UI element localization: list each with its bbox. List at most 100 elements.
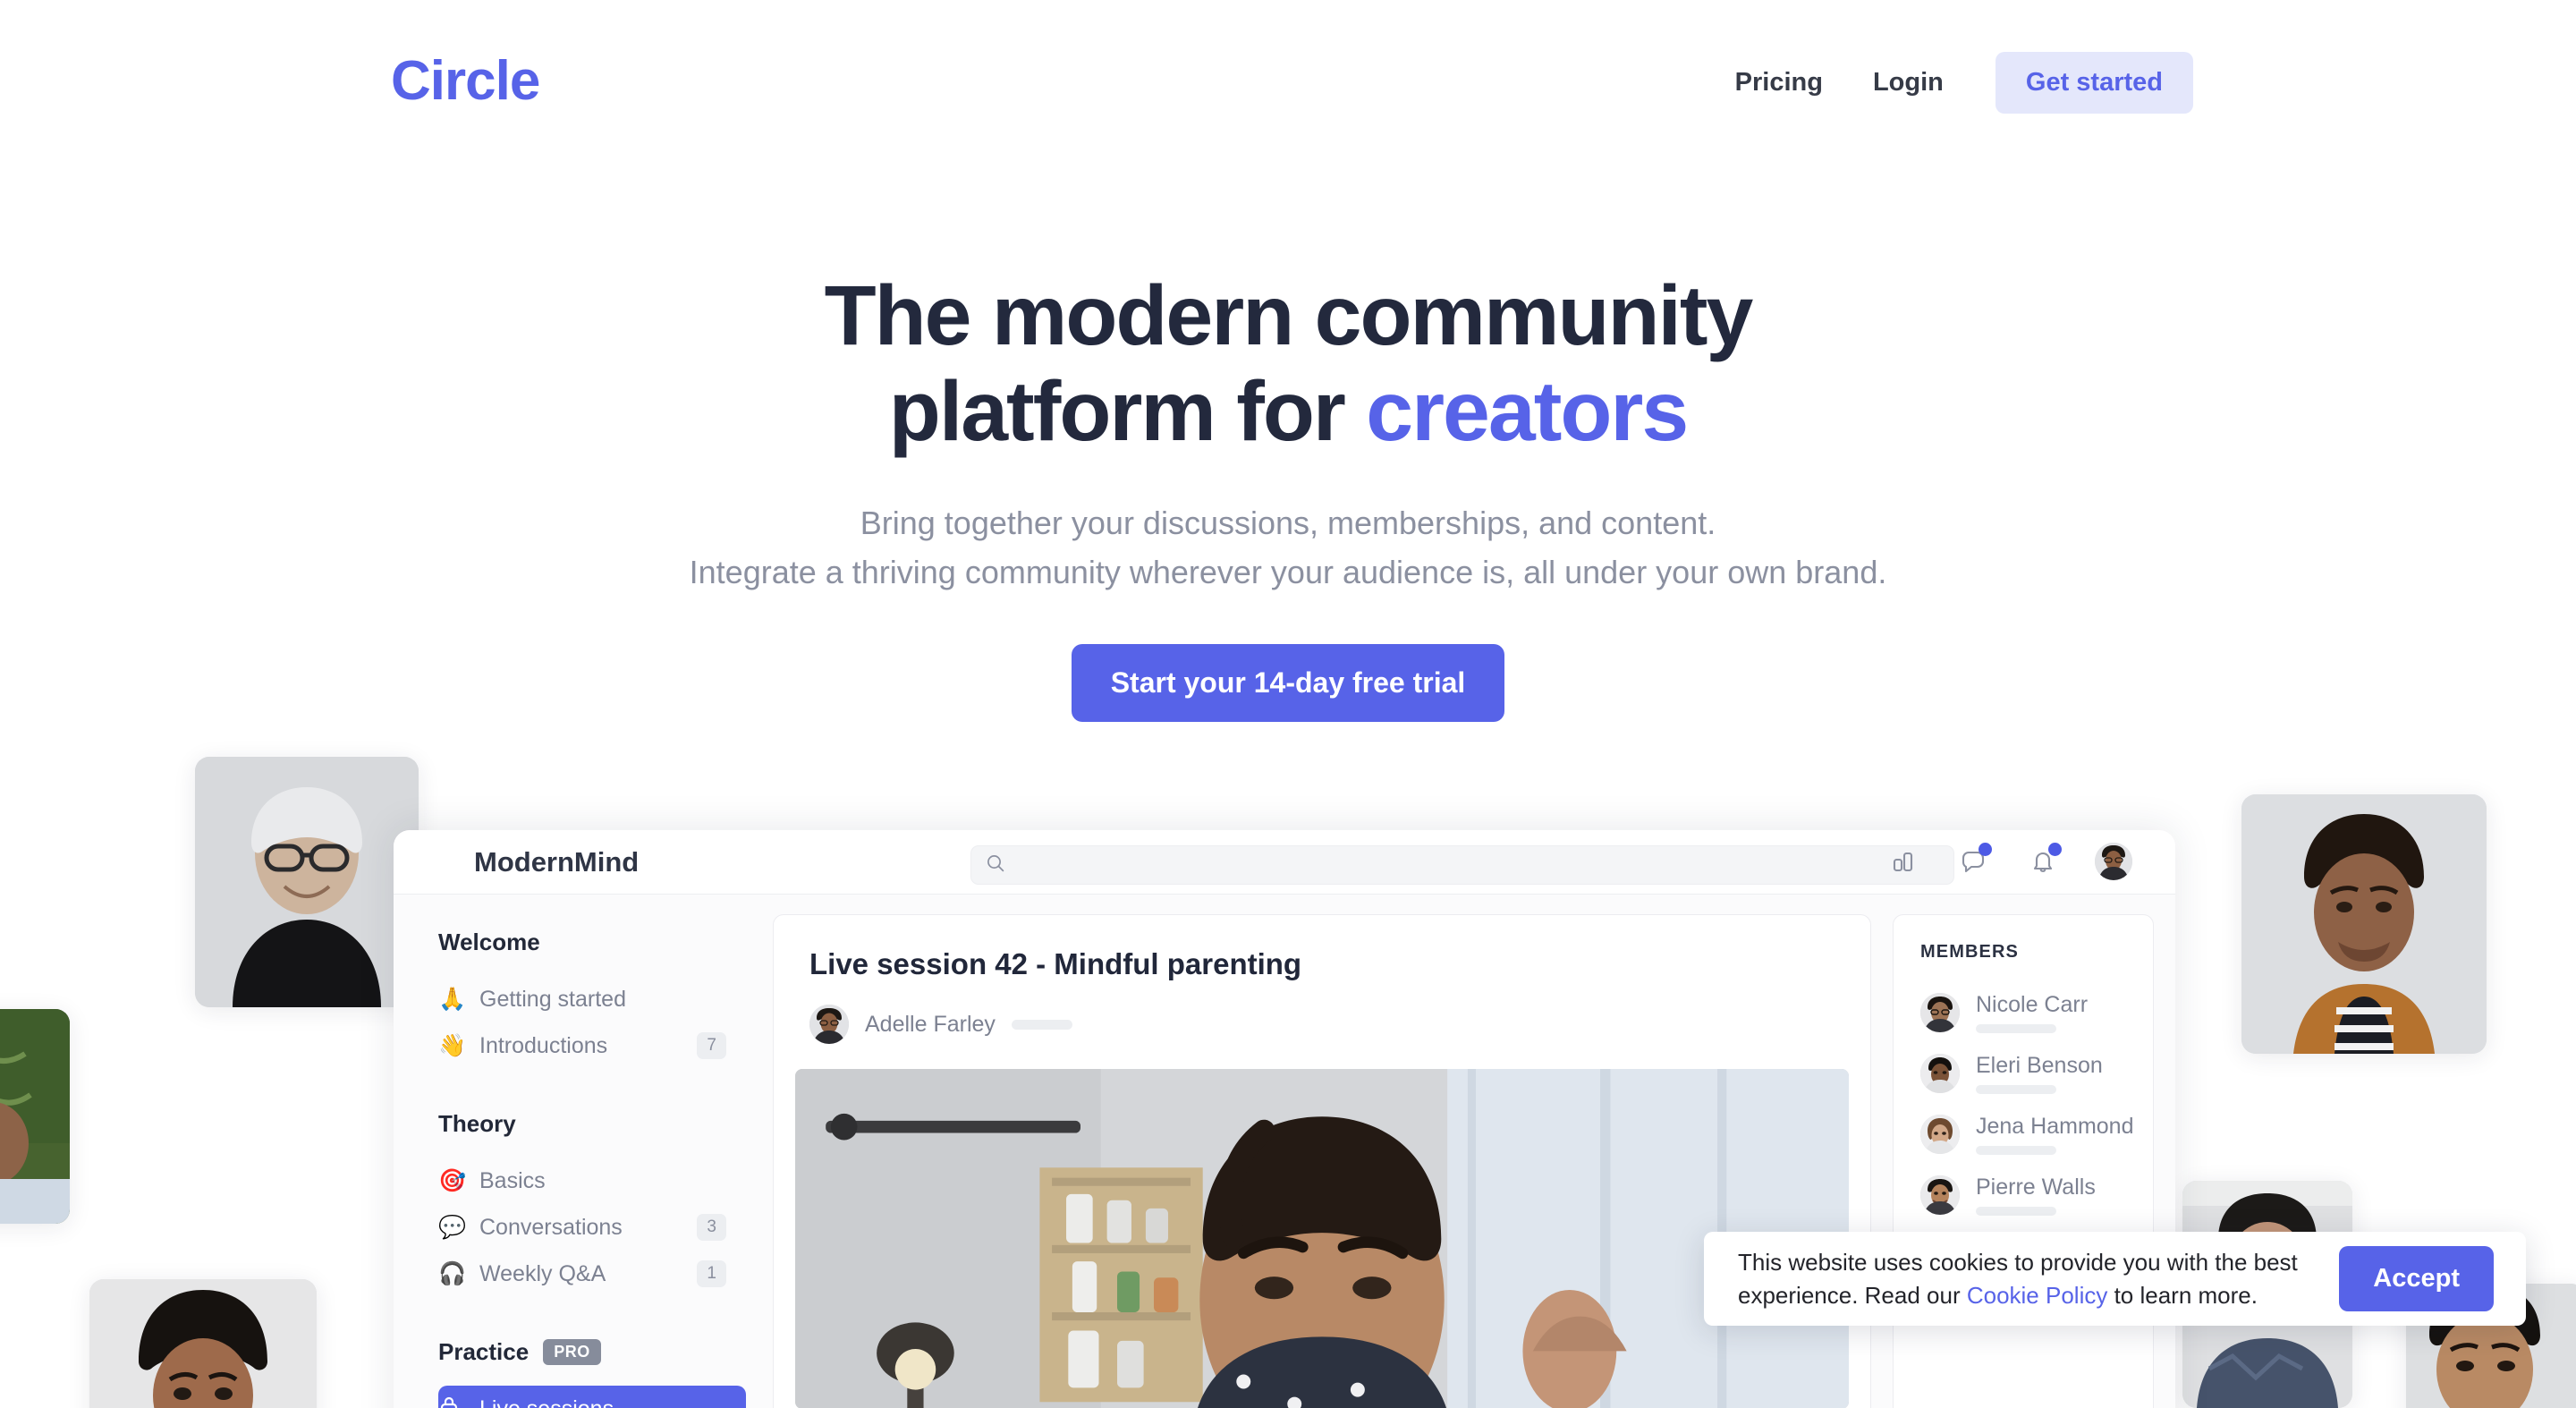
app-body: Welcome 🙏 Getting started 👋 Introduction… [394,895,2175,1408]
messages-icon[interactable] [1955,843,1992,879]
sidebar-item-label: Basics [479,1167,546,1193]
hero-sub-line1: Bring together your discussions, members… [860,504,1716,541]
member-name: Pierre Walls [1976,1175,2096,1200]
sidebar-section-theory-header: Theory [438,1110,773,1138]
search-icon [986,853,1005,878]
sidebar-item-basics[interactable]: 🎯 Basics [438,1158,746,1204]
member-name: Jena Hammond [1976,1114,2134,1139]
member-subtitle-placeholder [1976,1085,2056,1094]
member-meta: Jena Hammond [1976,1114,2133,1155]
app-sidebar: Welcome 🙏 Getting started 👋 Introduction… [394,895,773,1408]
post-author: Adelle Farley [809,1005,1870,1044]
author-name: Adelle Farley [865,1011,996,1037]
member-avatar [1920,1175,1960,1215]
cookie-message: This website uses cookies to provide you… [1738,1246,2339,1312]
app-topbar: ModernMind [394,830,2175,895]
sidebar-item-label: Live sessions [479,1396,726,1408]
member-avatar [1920,993,1960,1032]
sidebar-item-count: 3 [697,1214,726,1241]
notifications-unread-dot [2048,843,2062,856]
member-meta: Pierre Walls [1976,1175,2096,1216]
start-free-trial-button[interactable]: Start your 14-day free trial [1071,644,1505,723]
speech-balloon-icon: 💬 [438,1214,467,1240]
hero-subheadline: Bring together your discussions, members… [0,498,2576,598]
author-meta-placeholder [1011,1019,1072,1030]
waving-hand-icon: 👋 [438,1032,467,1058]
portrait-illustration [0,1009,70,1224]
post-title: Live session 42 - Mindful parenting [809,947,1302,980]
member-name: Nicole Carr [1976,992,2089,1017]
member-subtitle-placeholder [1976,1207,2056,1216]
cookie-message-after: to learn more. [2107,1281,2258,1309]
hero-headline: The modern community platform for creato… [0,268,2576,461]
sidebar-item-getting-started[interactable]: 🙏 Getting started [438,976,746,1022]
member-meta: Nicole Carr [1976,992,2088,1033]
landing-page: Circle Pricing Login Get started The mod… [0,0,2576,1408]
top-navigation: Circle Pricing Login Get started [0,0,2576,161]
folded-hands-icon: 🙏 [438,986,467,1012]
sidebar-item-conversations[interactable]: 💬 Conversations 3 [438,1204,746,1251]
portrait-illustration [195,757,419,1007]
decorative-portrait-card-left-mid [0,1009,70,1224]
avatar [809,1005,849,1044]
members-card: MEMBERS Nicole Carr Eleri Benson Jena Ha… [1893,914,2154,1408]
sidebar-item-label: Introductions [479,1032,608,1058]
nav-link-pricing[interactable]: Pricing [1710,68,1848,98]
messages-unread-dot [1979,843,1992,856]
author-avatar [809,1005,849,1044]
members-rail: MEMBERS Nicole Carr Eleri Benson Jena Ha… [1893,895,2175,1408]
get-started-button[interactable]: Get started [1995,52,2193,114]
member-subtitle-placeholder [1976,1024,2056,1033]
cookie-consent-banner: This website uses cookies to provide you… [1704,1232,2526,1326]
decorative-portrait-card-left-top [195,757,419,1007]
hero-headline-accent: creators [1366,364,1689,460]
member-meta: Eleri Benson [1976,1053,2103,1094]
portrait-illustration [89,1279,317,1408]
session-video-thumbnail[interactable] [795,1069,1849,1408]
avatar [2095,843,2132,880]
app-search-bar[interactable] [970,845,1954,885]
nav-link-login[interactable]: Login [1848,68,1969,98]
sidebar-item-count: 7 [697,1032,726,1059]
dart-icon: 🎯 [438,1167,467,1193]
hero-sub-line2: Integrate a thriving community wherever … [689,554,1887,591]
notifications-icon[interactable] [2025,843,2062,879]
current-user-avatar[interactable] [2095,843,2132,880]
nav-links: Pricing Login Get started [1710,52,2193,114]
member-name: Eleri Benson [1976,1053,2103,1078]
analytics-icon[interactable] [1885,844,1921,879]
sidebar-item-weekly-qa[interactable]: 🎧 Weekly Q&A 1 [438,1251,746,1297]
app-main-content: Live session 42 - Mindful parenting Adel… [773,895,1893,1408]
sidebar-item-introductions[interactable]: 👋 Introductions 7 [438,1022,746,1069]
sidebar-section-welcome-header: Welcome [438,929,773,956]
decorative-portrait-card-left-bottom [89,1279,317,1408]
member-list-item[interactable]: Eleri Benson [1920,1043,2153,1104]
post-card: Live session 42 - Mindful parenting Adel… [773,914,1871,1408]
pro-badge: PRO [543,1339,601,1365]
search-input[interactable] [1016,854,1939,876]
sidebar-item-label: Weekly Q&A [479,1260,606,1286]
member-list-item[interactable]: Jena Hammond [1920,1104,2153,1165]
portrait-illustration [2241,794,2487,1054]
brand-logo[interactable]: Circle [391,49,540,113]
sidebar-section-title: Practice [438,1338,530,1365]
member-subtitle-placeholder [1976,1146,2056,1155]
member-avatar [1920,1115,1960,1154]
sidebar-item-label: Conversations [479,1214,623,1240]
sidebar-item-count: 1 [697,1260,726,1287]
sidebar-item-live-sessions[interactable]: Live sessions [438,1386,746,1408]
decorative-portrait-card-right-top [2241,794,2487,1054]
member-avatar [1920,1054,1960,1093]
headphone-icon: 🎧 [438,1260,467,1286]
member-list-item[interactable]: Pierre Walls [1920,1165,2153,1226]
sidebar-section-title: Welcome [438,929,540,955]
lock-icon [438,1395,479,1408]
sidebar-section-practice-header: Practice PRO [438,1338,773,1366]
hero-headline-line2-prefix: platform for [888,364,1367,460]
video-frame [795,1069,1849,1408]
accept-cookies-button[interactable]: Accept [2339,1246,2494,1311]
cookie-policy-link[interactable]: Cookie Policy [1967,1282,2108,1309]
member-list-item[interactable]: Nicole Carr [1920,982,2153,1043]
app-community-name: ModernMind [474,845,640,878]
hero-headline-line1: The modern community [824,268,1754,363]
